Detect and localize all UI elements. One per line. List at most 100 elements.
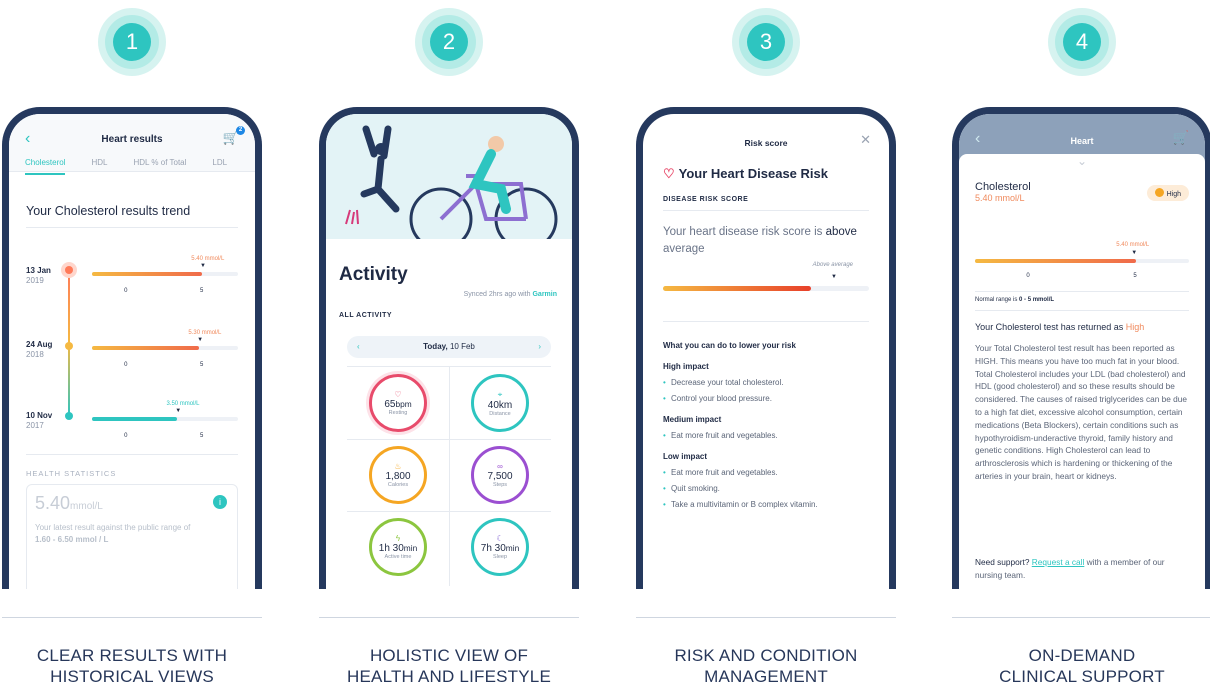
test-name: Cholesterol 5.40 mmol/L xyxy=(975,181,1031,203)
feature-column-4: 4 ‹ Heart 🛒 ⌄ Cholesterol 5.40 mmol/L Hig… xyxy=(952,0,1210,691)
step-number: 2 xyxy=(430,23,468,61)
tab-ldl[interactable]: LDL xyxy=(212,158,227,175)
activity-grid: ♡ 65bpm Resting ⌖ 40km Distance ♨ 1,800 Calori… xyxy=(347,366,551,586)
support-text: Need support? Request a call with a memb… xyxy=(975,557,1165,580)
metric-sleep[interactable]: ☾ 7h 30min Sleep xyxy=(449,511,551,583)
marker-icon: ▼ xyxy=(1131,250,1138,256)
tab-cholesterol[interactable]: Cholesterol xyxy=(25,158,66,175)
heart-results-screen: ‹ Heart results 🛒 2 Cholesterol HDL HDL %… xyxy=(9,114,255,589)
flame-icon: ♨ xyxy=(394,462,402,471)
timeline-dot xyxy=(65,266,73,274)
metric-distance[interactable]: ⌖ 40km Distance xyxy=(449,367,551,439)
results-tabs: Cholesterol HDL HDL % of Total LDL xyxy=(25,158,255,175)
divider xyxy=(952,617,1210,618)
risk-summary: Your heart disease risk score is above av… xyxy=(663,226,857,255)
result-row[interactable]: 13 Jan 2019 5.40 mmol/L ▼ 0 5 xyxy=(26,256,238,306)
health-statistics-label: HEALTH STATISTICS xyxy=(26,469,117,478)
date-selector[interactable]: ‹ Today, 10 Feb › xyxy=(347,336,551,358)
divider xyxy=(2,617,262,618)
divider xyxy=(663,210,869,211)
feature-column-3: 3 Risk score ✕ ♡ Your Heart Disease Risk … xyxy=(636,0,896,691)
screen-title: Heart xyxy=(1070,136,1094,146)
marker-icon: ▼ xyxy=(831,274,837,280)
status-badge: High xyxy=(1146,185,1189,201)
advice-heading: What you can do to lower your risk xyxy=(663,341,796,350)
risk-bar xyxy=(663,286,869,291)
timeline-dot xyxy=(65,412,73,420)
result-value: 3.50 mmol/L xyxy=(166,401,200,407)
tab-hdl-percent[interactable]: HDL % of Total xyxy=(133,158,186,175)
result-bar xyxy=(92,417,177,421)
impact-group-title: Low impact xyxy=(663,452,708,461)
result-explanation: Your Total Cholesterol test result has b… xyxy=(975,343,1188,481)
activity-screen: Activity Synced 2hrs ago with Garmin ALL… xyxy=(326,114,572,589)
moon-icon: ☾ xyxy=(496,534,504,543)
result-date: 10 Nov 2017 xyxy=(26,411,53,430)
divider xyxy=(319,617,579,618)
step-number: 4 xyxy=(1063,23,1101,61)
result-bar xyxy=(92,346,199,350)
chevron-right-icon[interactable]: › xyxy=(538,336,541,358)
page-title: Activity xyxy=(339,264,408,285)
chevron-down-icon[interactable]: ⌄ xyxy=(959,154,1205,168)
feature-caption: HOLISTIC VIEW OF HEALTH AND LIFESTYLE xyxy=(347,646,551,686)
risk-heading: ♡ Your Heart Disease Risk xyxy=(663,166,828,181)
result-row[interactable]: 10 Nov 2017 3.50 mmol/L ▼ 0 5 xyxy=(26,401,238,451)
metric-steps[interactable]: ∞ 7,500 Steps xyxy=(449,439,551,511)
step-badge-1: 1 xyxy=(98,8,166,76)
divider xyxy=(636,617,896,618)
screen-title: Heart results xyxy=(101,134,163,145)
marker-icon: ▼ xyxy=(197,337,204,343)
close-icon[interactable]: ✕ xyxy=(860,132,871,148)
result-value: 5.30 mmol/L xyxy=(188,330,222,336)
risk-advice: What you can do to lower your risk High … xyxy=(663,339,869,511)
phone-frame: ‹ Heart results 🛒 2 Cholesterol HDL HDL %… xyxy=(2,107,262,589)
cart-icon[interactable]: 🛒 xyxy=(1173,130,1189,146)
impact-group-title: High impact xyxy=(663,362,709,371)
request-call-link[interactable]: Request a call xyxy=(1032,557,1085,567)
all-activity-label: ALL ACTIVITY xyxy=(339,312,393,319)
feature-column-2: 2 Activity Synced 2hrs ago with Garmin A… xyxy=(319,0,579,691)
location-icon: ⌖ xyxy=(497,389,503,399)
phone-frame: ‹ Heart 🛒 ⌄ Cholesterol 5.40 mmol/L High … xyxy=(952,107,1210,589)
result-range-bar: 5.40 mmol/L ▼ 0 5 xyxy=(975,242,1189,289)
metric-heart-rate[interactable]: ♡ 65bpm Resting xyxy=(347,367,449,439)
info-icon[interactable]: i xyxy=(213,495,227,509)
chevron-left-icon[interactable]: ‹ xyxy=(357,336,360,358)
step-number: 3 xyxy=(747,23,785,61)
sync-status: Synced 2hrs ago with Garmin xyxy=(463,291,557,298)
bolt-icon: ϟ xyxy=(395,534,401,543)
side-button xyxy=(575,294,579,328)
average-label: Above average xyxy=(812,262,853,268)
phone-frame: Risk score ✕ ♡ Your Heart Disease Risk DI… xyxy=(636,107,896,589)
result-row[interactable]: 24 Aug 2018 5.30 mmol/L ▼ 0 5 xyxy=(26,330,238,380)
footprint-icon: ∞ xyxy=(497,462,503,471)
metric-active-time[interactable]: ϟ 1h 30min Active time xyxy=(347,511,449,583)
step-badge-3: 3 xyxy=(732,8,800,76)
result-date: 24 Aug 2018 xyxy=(26,340,53,359)
side-button xyxy=(892,294,896,328)
detail-sheet: ⌄ Cholesterol 5.40 mmol/L High 5.40 mmol/… xyxy=(959,154,1205,589)
result-value: 5.40 mmol/L xyxy=(191,256,225,262)
step-number: 1 xyxy=(113,23,151,61)
risk-bar-fill xyxy=(663,286,812,291)
result-bar xyxy=(92,272,202,276)
cart-count: 2 xyxy=(236,126,245,135)
timeline-dot xyxy=(65,342,73,350)
divider xyxy=(26,227,238,228)
stat-value: 5.40mmol/L xyxy=(35,493,103,513)
risk-score-label: DISEASE RISK SCORE xyxy=(663,196,749,203)
divider xyxy=(975,291,1189,292)
feature-column-1: 1 ‹ Heart results 🛒 2 Cholesterol HDL HDL… xyxy=(2,0,262,691)
metric-calories[interactable]: ♨ 1,800 Calories xyxy=(347,439,449,511)
phone-frame: Activity Synced 2hrs ago with Garmin ALL… xyxy=(319,107,579,589)
screen-title: Risk score xyxy=(744,138,788,148)
trend-heading: Your Cholesterol results trend xyxy=(26,204,191,218)
feature-caption: CLEAR RESULTS WITH HISTORICAL VIEWS xyxy=(36,646,228,686)
result-date: 13 Jan 2019 xyxy=(26,266,51,285)
activity-illustration xyxy=(326,114,572,251)
side-button xyxy=(258,294,262,328)
tab-hdl[interactable]: HDL xyxy=(91,158,107,175)
stat-card[interactable]: 5.40mmol/L i Your latest result against … xyxy=(26,484,238,589)
cart-icon[interactable]: 🛒 2 xyxy=(223,126,245,146)
